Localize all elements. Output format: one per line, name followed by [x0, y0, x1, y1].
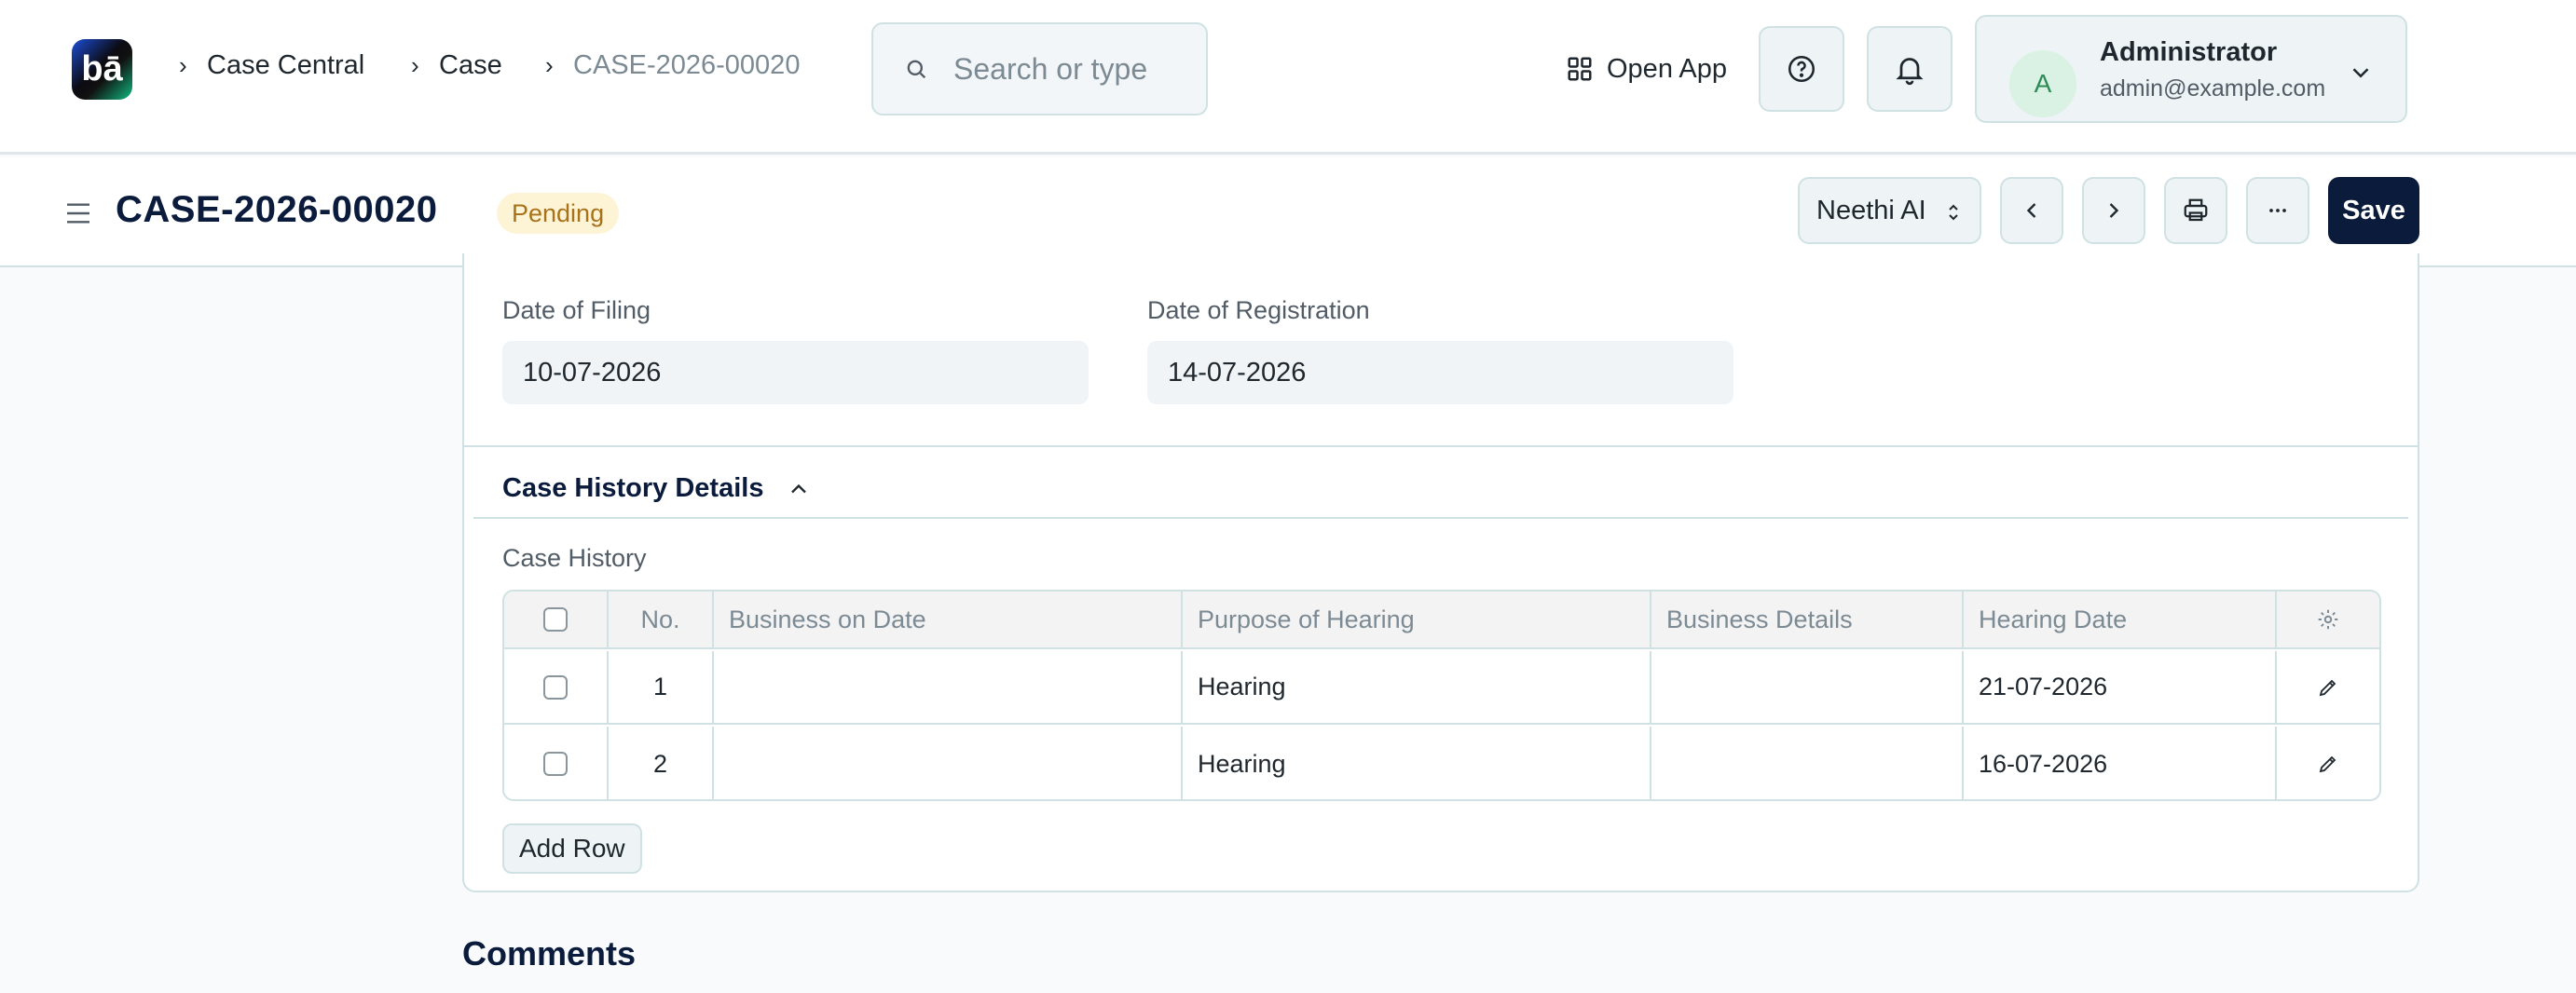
edit-row-button[interactable] — [2277, 651, 2379, 723]
pencil-icon — [2319, 679, 2336, 696]
avatar: A — [2009, 50, 2076, 117]
open-app-label: Open App — [1607, 53, 1727, 84]
header-select-cell — [504, 592, 609, 647]
section-divider — [464, 445, 2418, 447]
page-head: CASE-2026-00020 Pending Neethi AI Save — [0, 157, 2576, 267]
user-menu[interactable]: A Administrator admin@example.com — [1975, 15, 2407, 123]
column-header-hearing-date: Hearing Date — [1964, 592, 2277, 647]
select-all-checkbox[interactable] — [543, 607, 568, 632]
gear-icon — [2318, 609, 2338, 630]
pencil-icon — [2319, 755, 2336, 773]
business-on-date-cell[interactable] — [714, 651, 1183, 723]
row-number: 2 — [609, 727, 714, 799]
search-icon — [907, 60, 926, 79]
next-button[interactable] — [2082, 177, 2145, 244]
menu-icon[interactable] — [63, 198, 93, 228]
chevron-updown-icon — [1949, 204, 1958, 221]
search-input[interactable]: Search or type — [871, 22, 1208, 116]
open-app-button[interactable]: Open App — [1566, 48, 1727, 89]
grid-icon — [1568, 57, 1592, 81]
chevron-down-icon — [2352, 68, 2369, 78]
chevron-right-icon — [2109, 203, 2119, 218]
app-logo[interactable]: bā — [72, 39, 132, 100]
breadcrumb-label: CASE-2026-00020 — [573, 50, 801, 80]
printer-icon — [2184, 198, 2208, 222]
chevron-right-icon: › — [411, 51, 419, 79]
purpose-of-hearing-cell[interactable]: Hearing — [1183, 651, 1651, 723]
ai-select[interactable]: Neethi AI — [1798, 177, 1981, 244]
date-of-filing-field[interactable]: 10-07-2026 — [502, 341, 1089, 404]
comments-heading: Comments — [462, 934, 637, 973]
date-of-registration-field[interactable]: 14-07-2026 — [1147, 341, 1733, 404]
table-header-row: No. Business on Date Purpose of Hearing … — [504, 592, 2379, 649]
ellipsis-icon — [2269, 209, 2286, 212]
business-on-date-cell[interactable] — [714, 727, 1183, 799]
hearing-date-cell[interactable]: 21-07-2026 — [1964, 651, 2277, 723]
ai-select-value: Neethi AI — [1816, 195, 1926, 225]
help-button[interactable] — [1759, 26, 1844, 112]
column-header-business-on-date: Business on Date — [714, 592, 1183, 647]
row-select-cell — [504, 651, 609, 723]
breadcrumb-case[interactable]: › Case — [411, 50, 502, 81]
form-card: Date of Filing 10-07-2026 Date of Regist… — [462, 253, 2419, 892]
purpose-of-hearing-cell[interactable]: Hearing — [1183, 727, 1651, 799]
add-row-button[interactable]: Add Row — [502, 823, 642, 874]
section-underline — [473, 517, 2408, 519]
business-details-cell[interactable] — [1651, 727, 1964, 799]
breadcrumb-current-case[interactable]: › CASE-2026-00020 — [545, 50, 800, 81]
row-checkbox[interactable] — [543, 674, 568, 700]
table-row[interactable]: 1 Hearing 21-07-2026 — [504, 651, 2379, 725]
table-row[interactable]: 2 Hearing 16-07-2026 — [504, 727, 2379, 799]
status-badge: Pending — [497, 193, 620, 234]
column-header-purpose-of-hearing: Purpose of Hearing — [1183, 592, 1651, 647]
bell-icon — [1896, 58, 1924, 86]
page-title: CASE-2026-00020 — [116, 189, 438, 230]
breadcrumb-label: Case — [439, 50, 502, 80]
case-history-label: Case History — [502, 544, 647, 572]
section-title: Case History Details — [502, 473, 764, 503]
chevron-up-icon — [791, 483, 807, 493]
chevron-right-icon: › — [545, 51, 554, 79]
breadcrumb-label: Case Central — [207, 50, 365, 80]
more-actions-button[interactable] — [2246, 177, 2309, 244]
notifications-button[interactable] — [1867, 26, 1953, 112]
top-navbar: bā › Case Central › Case › CASE-2026-000… — [0, 0, 2576, 155]
user-name: Administrator — [2100, 37, 2278, 67]
row-checkbox[interactable] — [543, 752, 568, 776]
search-placeholder: Search or type — [953, 51, 1148, 86]
hearing-date-cell[interactable]: 16-07-2026 — [1964, 727, 2277, 799]
row-number: 1 — [609, 651, 714, 723]
breadcrumb-case-central[interactable]: › Case Central — [179, 50, 364, 81]
help-icon — [1788, 55, 1816, 83]
chevron-right-icon: › — [179, 51, 187, 79]
edit-row-button[interactable] — [2277, 727, 2379, 799]
print-button[interactable] — [2164, 177, 2227, 244]
user-email: admin@example.com — [2100, 75, 2326, 102]
chevron-left-icon — [2026, 203, 2036, 218]
case-history-table: No. Business on Date Purpose of Hearing … — [502, 590, 2381, 801]
section-toggle-case-history[interactable]: Case History Details — [502, 473, 812, 504]
date-of-registration-label: Date of Registration — [1147, 296, 1370, 324]
previous-button[interactable] — [2000, 177, 2063, 244]
business-details-cell[interactable] — [1651, 651, 1964, 723]
column-settings-button[interactable] — [2277, 592, 2379, 647]
column-header-business-details: Business Details — [1651, 592, 1964, 647]
save-button[interactable]: Save — [2328, 177, 2419, 244]
date-of-filing-label: Date of Filing — [502, 296, 651, 324]
column-header-no: No. — [609, 592, 714, 647]
row-select-cell — [504, 727, 609, 799]
